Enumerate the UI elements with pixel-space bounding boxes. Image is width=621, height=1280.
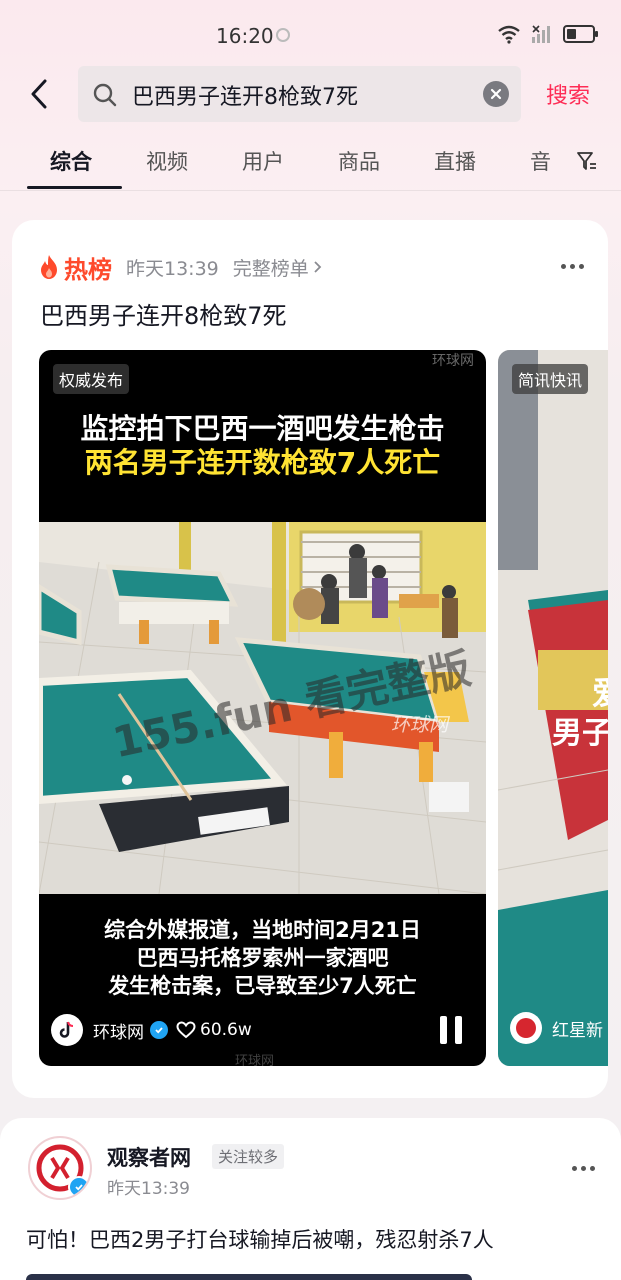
tab-music[interactable]: 音 [530, 146, 551, 176]
watermark-top: 环球网 [432, 353, 474, 369]
back-button[interactable] [22, 76, 56, 112]
pause-button[interactable] [440, 1016, 462, 1044]
like-count: 60.6w [200, 1020, 252, 1040]
search-tabs: 综合 视频 用户 商品 直播 音 [0, 140, 621, 190]
video-caption-line3: 发生枪击案，已导致至少7人死亡 [108, 974, 417, 998]
battery-icon [563, 25, 598, 43]
video-caption: 综合外媒报道，当地时间2月21日 巴西马托格罗索州一家酒吧 发生枪击案，已导致至… [39, 916, 486, 1000]
author-avatar[interactable] [51, 1014, 83, 1046]
side-video-footer: 红星新 [510, 1012, 608, 1044]
side-author-avatar[interactable] [510, 1012, 542, 1044]
clear-search-button[interactable] [483, 81, 509, 107]
post-author-avatar[interactable] [28, 1136, 92, 1200]
chevron-left-icon [31, 79, 47, 109]
heart-icon[interactable] [176, 1021, 196, 1039]
verified-badge-icon [150, 1021, 168, 1039]
close-icon [490, 88, 502, 100]
video-tag: 权威发布 [53, 364, 130, 394]
tab-live[interactable]: 直播 [434, 146, 476, 176]
full-list-link[interactable]: 完整榜单 [233, 254, 309, 281]
watermark-bottom: 环球网 [235, 1054, 275, 1066]
chevron-right-icon [314, 261, 322, 273]
location-dot-icon [276, 28, 290, 42]
douyin-logo-icon [59, 1021, 74, 1038]
flame-icon [41, 255, 57, 279]
red-star-logo-icon [516, 1018, 536, 1038]
wifi-icon [498, 25, 520, 44]
side-overlay-text: 男子 [552, 716, 608, 751]
signal-icon [532, 25, 550, 43]
post-thumbnail[interactable] [26, 1274, 472, 1280]
filter-icon[interactable] [576, 150, 598, 172]
post-card[interactable]: 观察者网 关注较多 昨天13:39 可怕！巴西2男子打台球输掉后被嘲，残忍射杀7… [0, 1118, 621, 1280]
video-tag-next: 简讯快讯 [512, 364, 589, 394]
hot-list-time: 昨天13:39 [126, 257, 219, 280]
video-scene-image: 155.fun 看完整版 环球网 [39, 522, 486, 894]
tab-video[interactable]: 视频 [146, 146, 188, 176]
hot-list-header: 热榜 昨天13:39 完整榜单 [38, 250, 323, 284]
hot-list-card[interactable]: 热榜 昨天13:39 完整榜单 巴西男子连开8枪致7死 环球网 权威发布 监控拍… [12, 220, 608, 1098]
search-button[interactable]: 搜索 [546, 78, 590, 110]
video-thumbnail[interactable]: 环球网 权威发布 监控拍下巴西一酒吧发生枪击 两名男子连开数枪致7人死亡 155… [39, 350, 486, 1066]
post-verified-badge-icon [68, 1176, 90, 1198]
tab-comprehensive[interactable]: 综合 [50, 146, 92, 176]
search-icon [93, 83, 117, 107]
more-options-button[interactable] [561, 264, 584, 269]
video-caption-line2: 巴西马托格罗索州一家酒吧 [136, 946, 389, 970]
tab-users[interactable]: 用户 [242, 146, 284, 176]
tab-products[interactable]: 商品 [338, 146, 380, 176]
side-video-author[interactable]: 红星新 [552, 1016, 603, 1041]
post-time: 昨天13:39 [107, 1179, 190, 1199]
overlay-watermark-2: 环球网 [391, 714, 449, 736]
video-footer: 环球网 60.6w [51, 1012, 474, 1048]
search-results-page: 16:20 巴西男子连开8枪致7死 搜索 综合 视频 用户 商品 直播 音 热榜… [0, 0, 621, 1280]
post-more-options-button[interactable] [572, 1166, 595, 1171]
search-query: 巴西男子连开8枪致7死 [132, 85, 358, 110]
status-time: 16:20 [216, 24, 274, 48]
post-author[interactable]: 观察者网 [107, 1142, 191, 1172]
hot-list-badge: 热榜 [64, 255, 112, 284]
follow-tag: 关注较多 [212, 1144, 285, 1169]
tabs-divider [0, 190, 621, 191]
status-icons [497, 24, 598, 44]
video-heading: 监控拍下巴西一酒吧发生枪击 两名男子连开数枪致7人死亡 [39, 412, 486, 480]
post-title[interactable]: 可怕！巴西2男子打台球输掉后被嘲，残忍射杀7人 [26, 1224, 494, 1254]
video-thumbnail-next[interactable]: 简讯快讯 爱 男子 红星新 [498, 350, 608, 1066]
video-heading-line2: 两名男子连开数枪致7人死亡 [84, 446, 441, 479]
video-author[interactable]: 环球网 [93, 1018, 144, 1043]
video-caption-line1: 综合外媒报道，当地时间2月21日 [104, 918, 421, 942]
search-input[interactable]: 巴西男子连开8枪致7死 [78, 66, 521, 122]
active-tab-indicator [27, 186, 122, 189]
status-bar: 16:20 [0, 0, 621, 70]
video-heading-line1: 监控拍下巴西一酒吧发生枪击 [80, 412, 445, 445]
hot-list-headline[interactable]: 巴西男子连开8枪致7死 [40, 296, 287, 331]
